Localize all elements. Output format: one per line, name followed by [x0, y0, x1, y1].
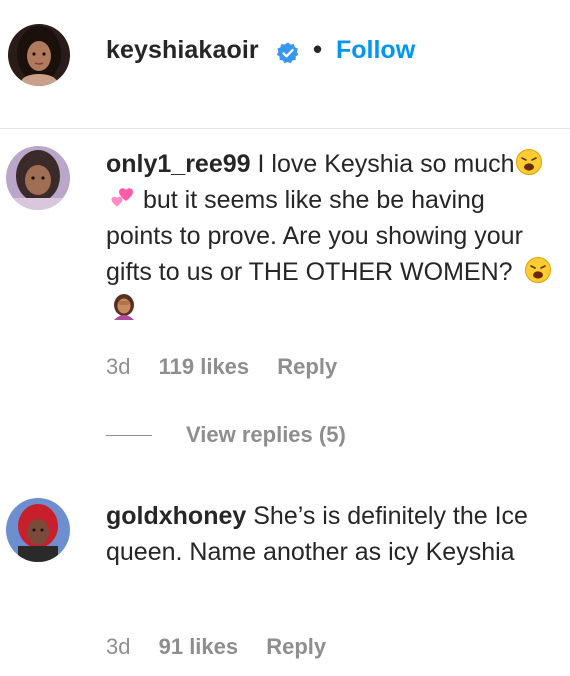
- avatar[interactable]: [6, 498, 70, 562]
- comment-meta: 3d 119 likes Reply: [106, 354, 359, 380]
- reply-button[interactable]: Reply: [277, 354, 337, 379]
- comment-likes[interactable]: 91 likes: [159, 634, 239, 659]
- woman-facepalming-emoji: [114, 294, 134, 320]
- comment-meta: 3d 91 likes Reply: [106, 634, 348, 660]
- follow-button[interactable]: Follow: [336, 36, 415, 65]
- weary-face-emoji: [524, 257, 551, 283]
- avatar[interactable]: [6, 146, 70, 210]
- revolving-hearts-emoji: [111, 188, 133, 207]
- comment-username[interactable]: goldxhoney: [106, 502, 246, 530]
- reply-button[interactable]: Reply: [266, 634, 326, 659]
- comment-username[interactable]: only1_ree99: [106, 150, 251, 178]
- comment-age: 3d: [106, 354, 131, 379]
- comment-age: 3d: [106, 634, 131, 659]
- view-replies-label[interactable]: View replies (5): [186, 422, 346, 448]
- avatar[interactable]: [8, 24, 70, 86]
- weary-face-emoji: [515, 149, 542, 175]
- comment-text: I love Keyshia so much: [257, 150, 515, 178]
- replies-divider-line: [106, 435, 152, 436]
- comment-body: only1_ree99 I love Keyshia so much but i…: [106, 146, 556, 326]
- comment-body: goldxhoney She’s is definitely the Ice q…: [106, 498, 556, 570]
- comment-likes[interactable]: 119 likes: [159, 354, 250, 379]
- comments-panel: keyshiakaoir • Follow only1_ree99 I love…: [0, 0, 570, 676]
- comment-text: but it seems like she be having points t…: [106, 186, 523, 286]
- separator-dot: •: [313, 34, 323, 64]
- post-header: keyshiakaoir • Follow: [0, 0, 570, 129]
- post-author-username[interactable]: keyshiakaoir: [106, 36, 259, 65]
- verified-badge-icon: [276, 42, 299, 64]
